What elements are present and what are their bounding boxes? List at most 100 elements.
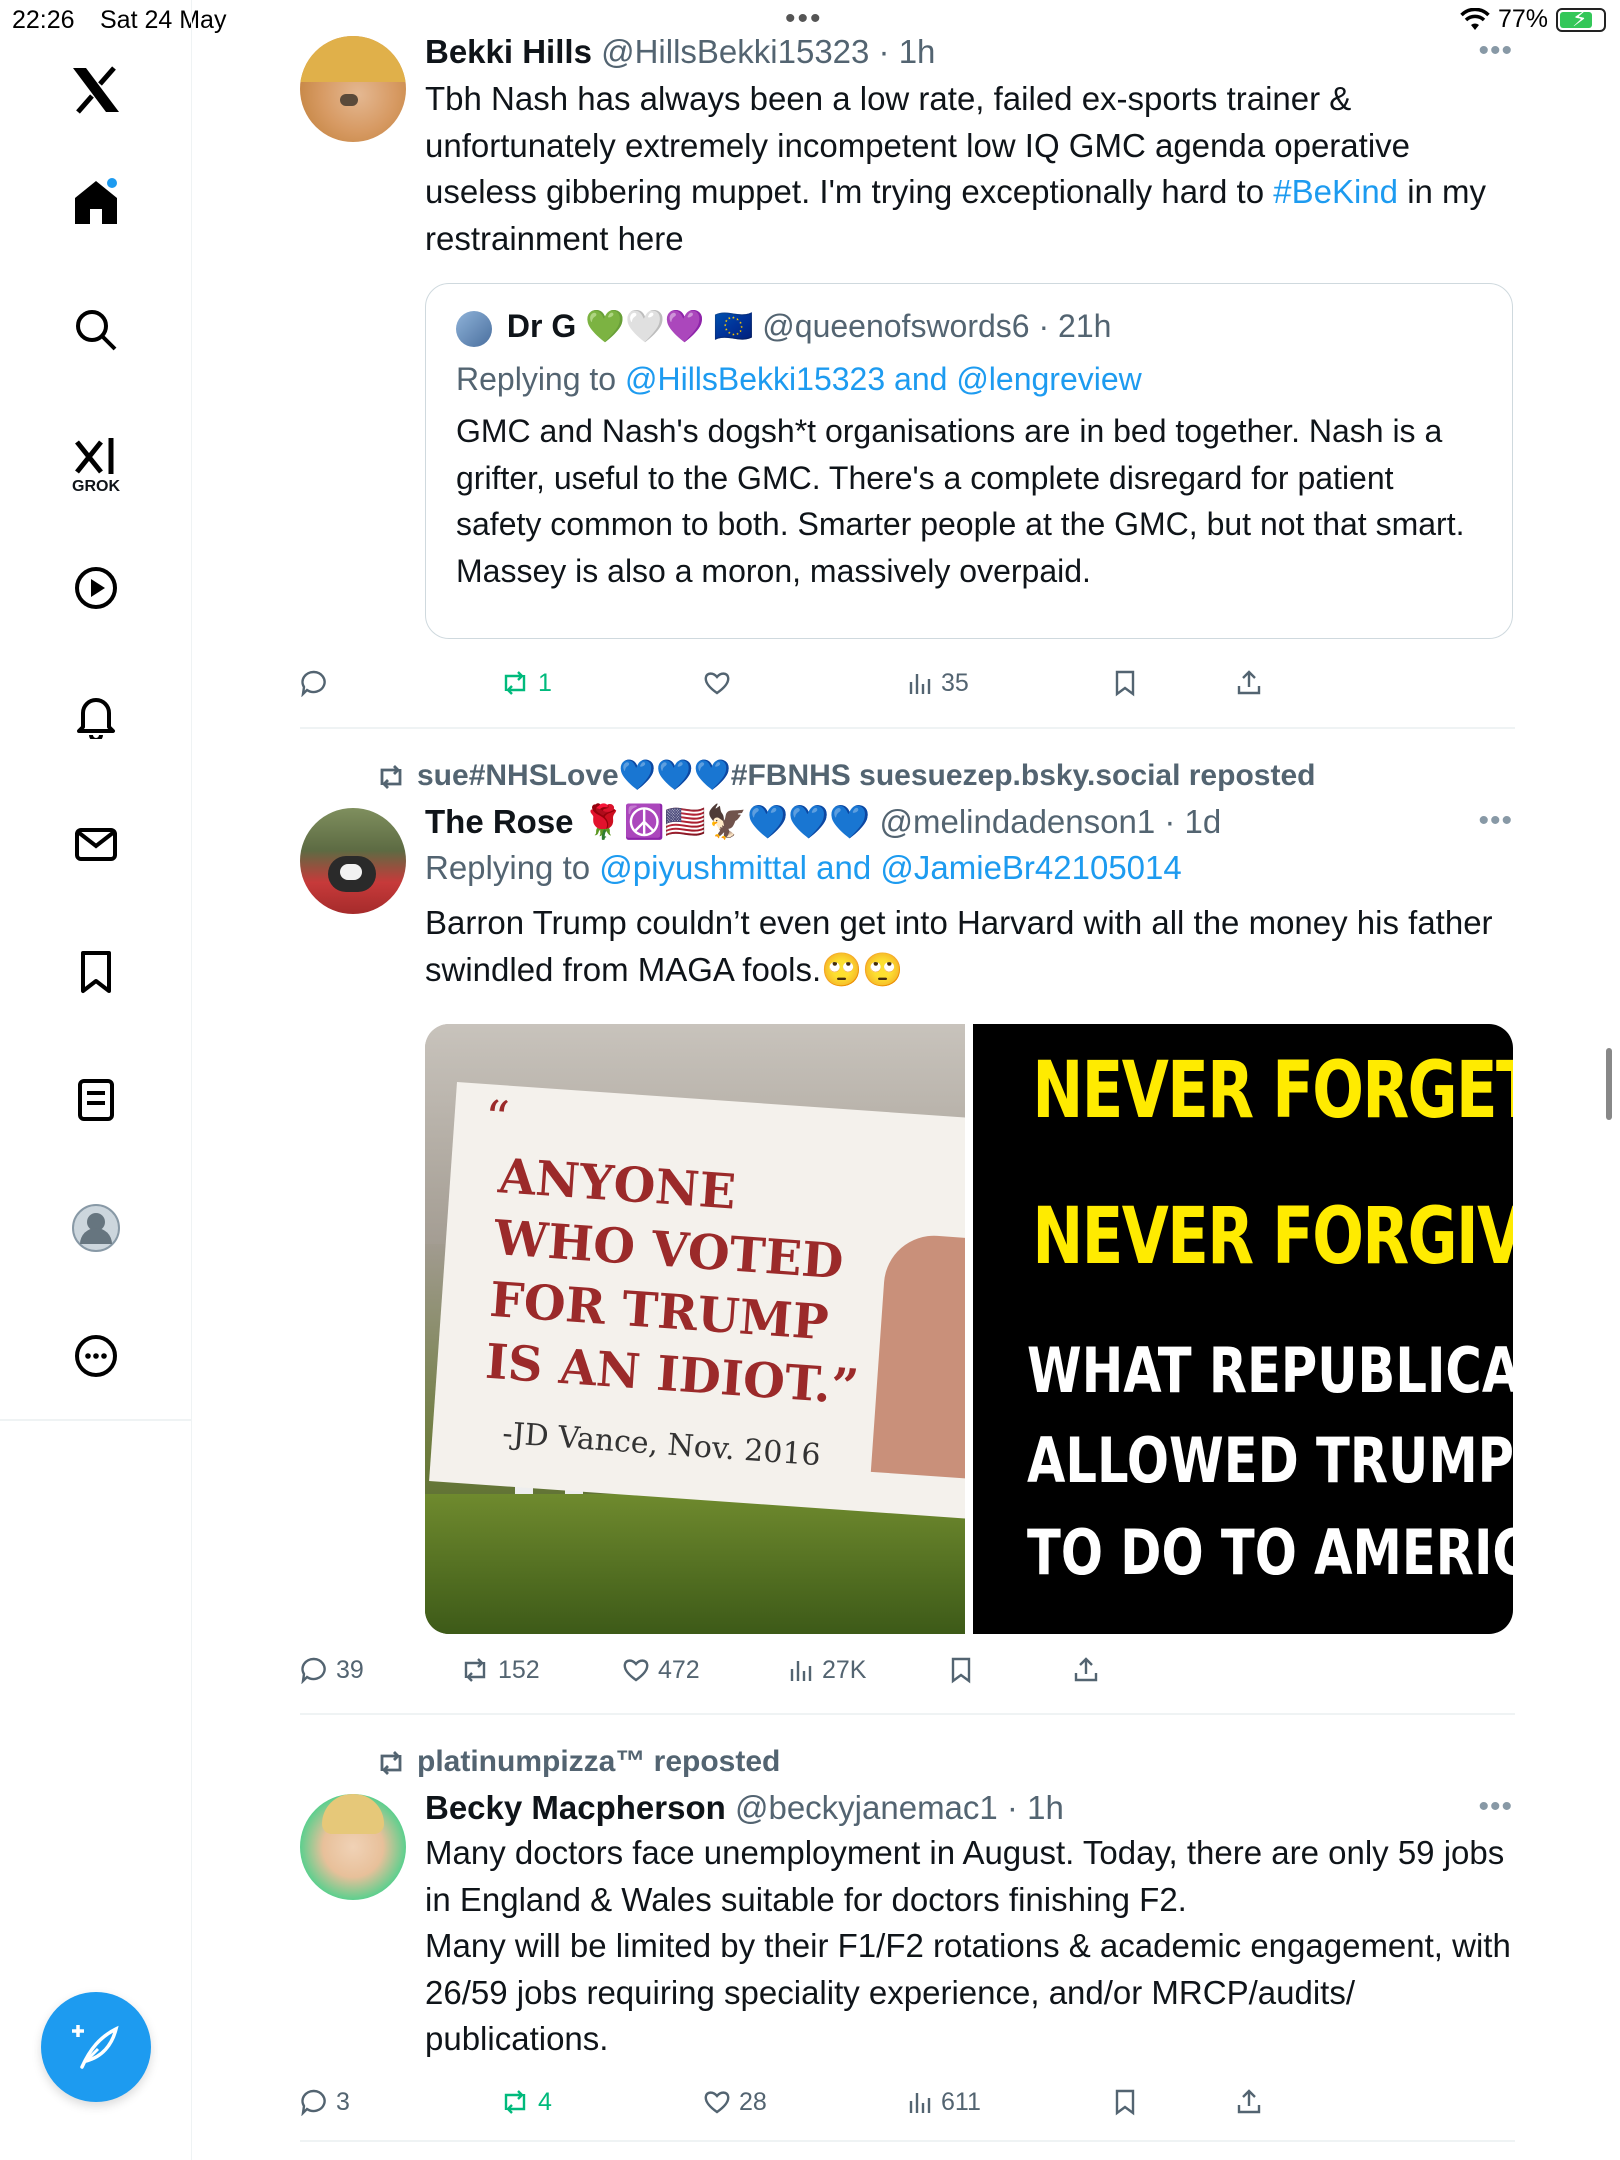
compose-post-button[interactable] — [41, 1992, 151, 2102]
like-button[interactable]: 472 — [622, 1650, 700, 1690]
repost-icon — [504, 2090, 526, 2114]
tweet-text: Many doctors face unemployment in August… — [425, 1830, 1513, 2063]
share-icon — [1237, 670, 1261, 695]
quoted-tweet[interactable]: Dr G 💚🤍💜 🇪🇺 @queenofswords6 · 21h Replyi… — [425, 283, 1513, 639]
quote-avatar — [456, 310, 492, 347]
replying-prefix: Replying to — [456, 361, 625, 397]
tweet-text: Barron Trump couldn’t even get into Harv… — [425, 904, 1493, 988]
repost-count: 1 — [538, 668, 552, 697]
views-count: 611 — [941, 2087, 981, 2116]
author-name[interactable]: The Rose 🌹☮️🇺🇸🦅💙💙💙 — [425, 803, 870, 840]
tweet-more-icon[interactable]: ••• — [1478, 804, 1513, 838]
heart-icon — [623, 1659, 649, 1682]
heart-icon — [704, 2091, 730, 2114]
yard-sign: “ ANYONE WHO VOTED FOR TRUMP IS AN IDIOT… — [429, 1082, 965, 1521]
author-name[interactable]: Bekki Hills — [425, 33, 592, 70]
quote-author-handle[interactable]: @queenofswords6 · 21h — [762, 308, 1111, 344]
repost-icon — [380, 765, 402, 790]
author-handle[interactable]: @melindadenson1 · 1d — [880, 803, 1222, 840]
tweet-header: Becky Macpherson @beckyjanemac1 · 1h — [425, 1786, 1513, 1830]
views-chart-icon — [790, 1661, 812, 1681]
views-button[interactable]: 35 — [907, 663, 969, 703]
reply-targets-link[interactable]: @HillsBekki15323 and @lengreview — [625, 361, 1142, 397]
share-button[interactable] — [1072, 1650, 1100, 1690]
author-handle[interactable]: @HillsBekki15323 · 1h — [601, 33, 935, 70]
quote-replying-to: Replying to @HillsBekki15323 and @lengre… — [456, 350, 1482, 408]
bookmark-button[interactable] — [1112, 2082, 1138, 2122]
bookmark-icon — [1115, 2089, 1135, 2116]
portrait-photo — [870, 1232, 965, 1481]
reposted-by-text: sue#NHSLove💙💙💙#FBNHS suesuezep.bsky.soci… — [417, 759, 1316, 792]
views-chart-icon — [909, 2093, 931, 2113]
sidebar-divider — [0, 1419, 192, 1421]
search-icon[interactable] — [70, 304, 122, 356]
like-count: 472 — [658, 1655, 700, 1684]
share-button[interactable] — [1235, 2082, 1263, 2122]
repost-button[interactable]: 152 — [460, 1650, 540, 1690]
sign-quote-mark: “ — [482, 1090, 511, 1148]
share-button[interactable] — [1235, 663, 1263, 703]
notifications-bell-icon[interactable] — [70, 690, 122, 742]
share-icon — [1237, 2089, 1261, 2114]
reply-button[interactable]: 39 — [300, 1650, 364, 1690]
author-name[interactable]: Becky Macpherson — [425, 1789, 726, 1826]
views-chart-icon — [909, 674, 931, 694]
grok-icon[interactable]: GROK — [70, 424, 122, 504]
messages-envelope-icon[interactable] — [70, 818, 122, 870]
more-options-icon[interactable] — [70, 1330, 122, 1382]
reply-count: 3 — [336, 2087, 350, 2116]
avatar[interactable] — [300, 36, 406, 142]
grok-label: GROK — [72, 478, 120, 495]
lists-icon[interactable] — [70, 1074, 122, 1126]
reply-icon — [301, 2089, 326, 2116]
bookmark-icon — [951, 1657, 971, 1684]
video-icon[interactable] — [70, 562, 122, 614]
replying-prefix: Replying to — [425, 849, 600, 886]
avatar[interactable] — [300, 1794, 406, 1900]
reply-targets-link[interactable]: @piyushmittal and @JamieBr42105014 — [599, 849, 1181, 886]
media-image-never-forget[interactable]: NEVER FORGET, NEVER FORGIVE WHAT REPUBLI… — [973, 1024, 1513, 1634]
avatar[interactable] — [300, 808, 406, 914]
tweet-separator — [300, 2140, 1515, 2142]
tweet-media[interactable]: “ ANYONE WHO VOTED FOR TRUMP IS AN IDIOT… — [425, 1024, 1513, 1634]
poster-line: TO DO TO AMERICA. — [1027, 1516, 1513, 1589]
bookmarks-icon[interactable] — [70, 946, 122, 998]
hashtag-link[interactable]: #BeKind — [1273, 173, 1398, 210]
tweet-separator — [300, 727, 1515, 729]
poster-line: ALLOWED TRUMP — [1027, 1424, 1513, 1497]
tweet-actions: 1 35 — [300, 663, 1388, 703]
like-button[interactable] — [703, 663, 739, 703]
reposted-by[interactable]: platinumpizza™ reposted — [375, 1742, 780, 1782]
views-button[interactable]: 27K — [788, 1650, 866, 1690]
reply-button[interactable]: 3 — [300, 2082, 350, 2122]
poster-line: NEVER FORGIVE — [1032, 1192, 1513, 1282]
repost-button[interactable]: 1 — [500, 663, 552, 703]
tweet-more-icon[interactable]: ••• — [1478, 34, 1513, 68]
profile-avatar-icon[interactable] — [70, 1202, 122, 1254]
bookmark-icon — [1115, 670, 1135, 697]
quote-text: GMC and Nash's dogsh*t organisations are… — [456, 413, 1465, 589]
media-image-vance-sign[interactable]: “ ANYONE WHO VOTED FOR TRUMP IS AN IDIOT… — [425, 1024, 965, 1634]
tweet-separator — [300, 1713, 1515, 1715]
repost-button[interactable]: 4 — [500, 2082, 552, 2122]
scrollbar[interactable] — [1606, 1048, 1612, 1120]
reply-icon — [301, 1657, 326, 1684]
views-count: 27K — [822, 1655, 867, 1684]
bookmark-button[interactable] — [948, 1650, 974, 1690]
x-logo-icon[interactable] — [70, 64, 122, 116]
reply-button[interactable] — [300, 663, 336, 703]
views-button[interactable]: 611 — [907, 2082, 981, 2122]
tweet-header: Bekki Hills @HillsBekki15323 · 1h — [425, 30, 1513, 74]
quote-author-name[interactable]: Dr G 💚🤍💜 🇪🇺 — [507, 308, 754, 344]
author-handle[interactable]: @beckyjanemac1 · 1h — [735, 1789, 1064, 1826]
bookmark-button[interactable] — [1112, 663, 1138, 703]
home-icon[interactable] — [70, 176, 122, 228]
tweet-more-icon[interactable]: ••• — [1478, 1790, 1513, 1824]
reposted-by[interactable]: sue#NHSLove💙💙💙#FBNHS suesuezep.bsky.soci… — [375, 756, 1315, 796]
heart-icon — [704, 672, 730, 695]
like-button[interactable]: 28 — [703, 2082, 767, 2122]
battery-icon: ⚡ — [1556, 6, 1606, 32]
tweet-paragraph: Many will be limited by their F1/F2 rota… — [425, 1927, 1511, 2057]
sign-slogan: ANYONE WHO VOTED FOR TRUMP IS AN IDIOT.” — [483, 1148, 861, 1416]
tweet-paragraph: Many doctors face unemployment in August… — [425, 1834, 1505, 1918]
